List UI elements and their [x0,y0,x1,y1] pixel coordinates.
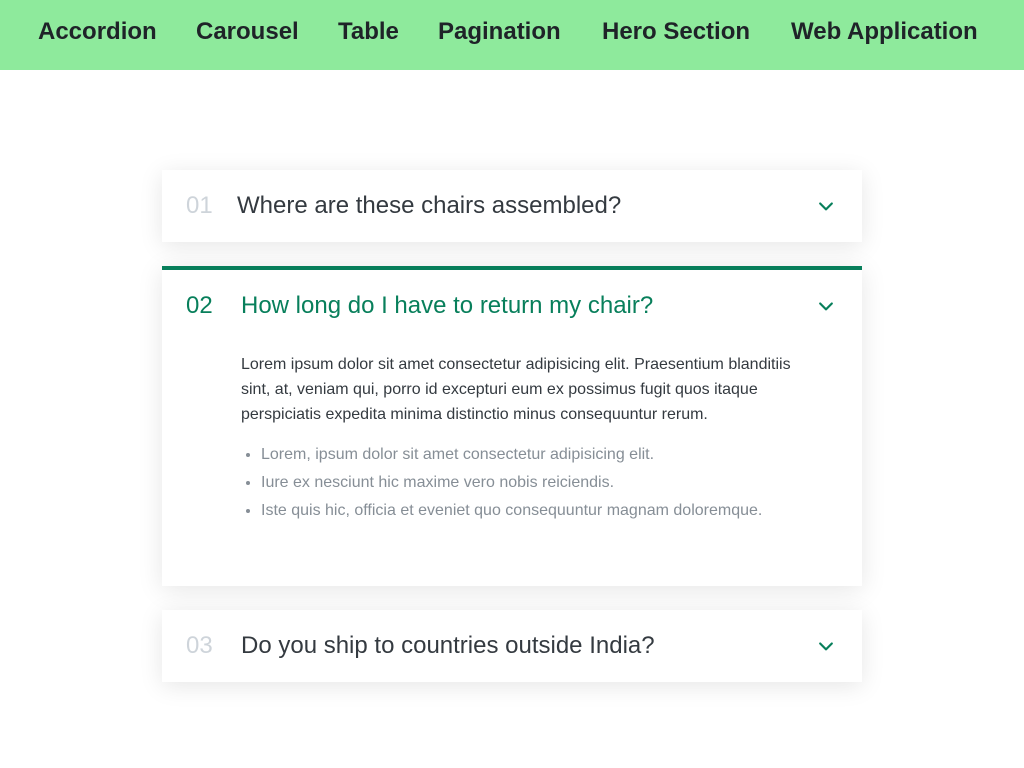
chevron-down-icon[interactable] [816,636,836,656]
question-text: Do you ship to countries outside India? [241,632,655,659]
top-navigation: Accordion Carousel Table Pagination Hero… [0,0,1024,70]
answer-paragraph: Lorem ipsum dolor sit amet consectetur a… [241,356,791,423]
accordion-item-1[interactable]: 01 Where are these chairs assembled? [162,170,862,242]
list-item: Iure ex nesciunt hic maxime vero nobis r… [261,475,801,491]
answer-list: Lorem, ipsum dolor sit amet consectetur … [241,447,801,519]
chevron-down-icon[interactable] [816,296,836,316]
question-text: How long do I have to return my chair? [241,292,654,319]
list-item: Iste quis hic, officia et eveniet quo co… [261,503,801,519]
nav-link-carousel[interactable]: Carousel [196,17,299,47]
accordion-item-3[interactable]: 03 Do you ship to countries outside Indi… [162,610,862,682]
accordion-item-2[interactable]: 02 How long do I have to return my chair… [162,266,862,586]
nav-link-pagination[interactable]: Pagination [438,17,561,47]
item-number: 01 [186,192,213,219]
item-number: 03 [186,632,213,659]
question-text: Where are these chairs assembled? [237,192,622,219]
list-item: Lorem, ipsum dolor sit amet consectetur … [261,447,801,463]
chevron-down-icon[interactable] [816,196,836,216]
nav-link-table[interactable]: Table [338,17,399,47]
nav-link-hero-section[interactable]: Hero Section [602,17,750,47]
item-number: 02 [186,292,213,319]
nav-link-accordion[interactable]: Accordion [38,17,157,47]
answer-content: Lorem ipsum dolor sit amet consectetur a… [241,352,801,531]
nav-link-web-application[interactable]: Web Application [791,17,978,47]
